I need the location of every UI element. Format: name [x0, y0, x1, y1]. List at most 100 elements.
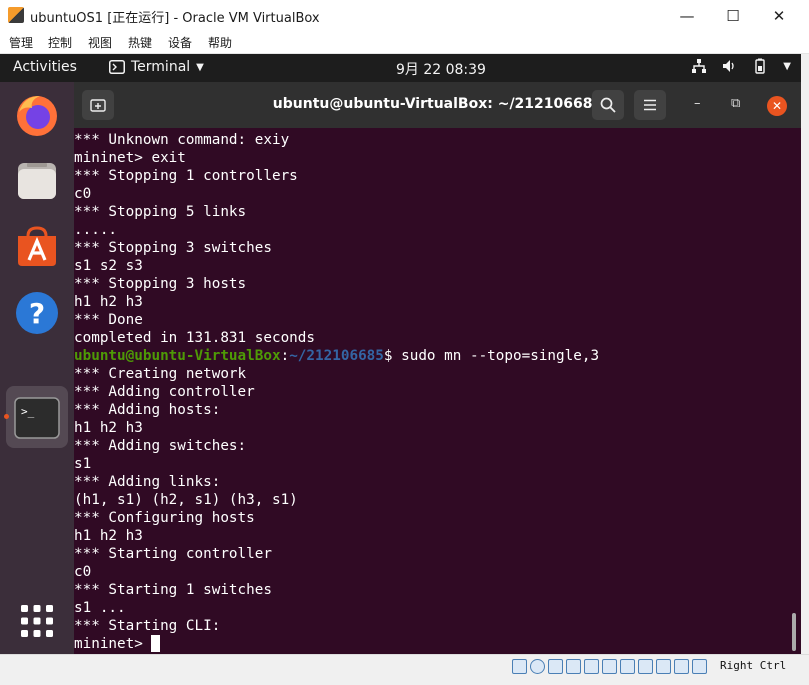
- output-line: *** Starting controller: [74, 546, 272, 562]
- output-line: *** Done: [74, 312, 143, 328]
- output-line: s1: [74, 456, 92, 472]
- output-line: (h1, s1) (h2, s1) (h3, s1): [74, 492, 298, 508]
- terminal-scrollbar[interactable]: [788, 128, 801, 654]
- output-line: *** Adding hosts:: [74, 402, 221, 418]
- prompt-user: ubuntu@ubuntu-VirtualBox: [74, 348, 281, 364]
- mininet-prompt-line[interactable]: mininet>: [74, 635, 161, 653]
- output-line: mininet> exit: [74, 150, 186, 166]
- activities-button[interactable]: Activities: [13, 59, 77, 75]
- shared-folders-icon[interactable]: [602, 659, 617, 674]
- terminal-headerbar: ubuntu@ubuntu-VirtualBox: ~/212106685 – …: [74, 82, 801, 128]
- output-line: *** Adding switches:: [74, 438, 247, 454]
- files-icon: [18, 163, 56, 199]
- recording-icon[interactable]: [638, 659, 653, 674]
- shell-prompt-line: ubuntu@ubuntu-VirtualBox:~/212106685$ su…: [74, 347, 599, 365]
- volume-icon: [723, 60, 734, 72]
- vbox-statusbar: Right Ctrl: [0, 654, 809, 685]
- audio-icon[interactable]: [548, 659, 563, 674]
- terminal-restore-icon[interactable]: ⧉: [731, 96, 740, 111]
- window-titlebar: ubuntuOS1 [正在运行] - Oracle VM VirtualBox …: [0, 0, 809, 31]
- firefox-icon: [17, 96, 57, 136]
- menu-control[interactable]: 控制: [48, 34, 72, 51]
- maximize-button[interactable]: ☐: [710, 0, 756, 31]
- scrollbar-thumb[interactable]: [792, 613, 796, 651]
- window-title: ubuntuOS1 [正在运行] - Oracle VM VirtualBox: [30, 11, 320, 26]
- prompt-symbol: $: [383, 348, 402, 364]
- network-adapter-icon[interactable]: [566, 659, 581, 674]
- ubuntu-dock: ? >_: [0, 82, 74, 654]
- help-icon: ?: [16, 292, 58, 334]
- output-line: s1 s2 s3: [74, 258, 143, 274]
- prompt-separator: :: [280, 348, 290, 364]
- search-button[interactable]: [592, 90, 624, 120]
- terminal-close-button[interactable]: ✕: [767, 96, 787, 116]
- usb-icon[interactable]: [584, 659, 599, 674]
- cpu-icon[interactable]: [656, 659, 671, 674]
- app-menu-terminal[interactable]: Terminal ▼: [109, 59, 204, 75]
- battery-icon: [755, 58, 765, 74]
- mouse-integration-icon[interactable]: [674, 659, 689, 674]
- output-line: *** Stopping 3 hosts: [74, 276, 247, 292]
- terminal-minimize-icon[interactable]: –: [694, 96, 701, 111]
- hard-disk-icon[interactable]: [512, 659, 527, 674]
- minimize-button[interactable]: —: [664, 0, 710, 31]
- output-line: *** Configuring hosts: [74, 510, 255, 526]
- hamburger-icon: [644, 99, 656, 111]
- command-text: sudo mn --topo=single,3: [401, 348, 600, 364]
- output-line: *** Stopping 5 links: [74, 204, 247, 220]
- vbox-menubar: 管理 控制 视图 热键 设备 帮助: [0, 31, 809, 54]
- virtualbox-icon: [8, 7, 24, 23]
- output-line: *** Adding links:: [74, 474, 221, 490]
- menu-hotkeys[interactable]: 热键: [128, 34, 152, 51]
- close-icon: ✕: [771, 99, 783, 113]
- menu-button[interactable]: [634, 90, 666, 120]
- output-line: *** Unknown command: exiy: [74, 132, 290, 148]
- output-line: completed in 131.831 seconds: [74, 330, 316, 346]
- host-key-label: Right Ctrl: [720, 659, 787, 672]
- terminal-window: ubuntu@ubuntu-VirtualBox: ~/212106685 – …: [74, 82, 801, 654]
- dock-software[interactable]: [14, 224, 60, 270]
- output-line: *** Creating network: [74, 366, 247, 382]
- output-line: *** Starting CLI:: [74, 618, 221, 634]
- network-icon: [692, 59, 707, 73]
- chevron-down-icon: ▼: [783, 61, 791, 72]
- dock-firefox[interactable]: [14, 92, 60, 138]
- output-line: h1 h2 h3: [74, 420, 143, 436]
- chevron-down-icon: ▼: [196, 61, 204, 73]
- show-applications[interactable]: [14, 598, 60, 644]
- app-menu-label: Terminal: [131, 59, 191, 75]
- system-tray[interactable]: ▼: [691, 58, 791, 74]
- close-button[interactable]: ✕: [756, 0, 802, 31]
- menu-help[interactable]: 帮助: [208, 34, 232, 51]
- menu-manage[interactable]: 管理: [9, 34, 33, 51]
- menu-devices[interactable]: 设备: [168, 34, 192, 51]
- terminal-title: ubuntu@ubuntu-VirtualBox: ~/212106685: [272, 96, 603, 112]
- output-line: c0: [74, 564, 92, 580]
- vbox-frame-edge: [801, 54, 809, 654]
- output-line: *** Stopping 3 switches: [74, 240, 272, 256]
- output-line: c0: [74, 186, 92, 202]
- svg-text:?: ?: [29, 297, 45, 330]
- output-line: h1 h2 h3: [74, 528, 143, 544]
- prompt-path: ~/212106685: [289, 348, 384, 364]
- running-indicator: [4, 414, 9, 419]
- dock-terminal[interactable]: >_: [14, 395, 60, 441]
- svg-text:>_: >_: [21, 405, 35, 418]
- clock[interactable]: 9月 22 08:39: [396, 59, 486, 79]
- dock-files[interactable]: [14, 158, 60, 204]
- guest-display: Activities Terminal ▼ 9月 22 08:39 ▼ ? >_…: [0, 54, 801, 654]
- dock-help[interactable]: ?: [14, 290, 60, 336]
- terminal-small-icon: [109, 60, 125, 74]
- menu-view[interactable]: 视图: [88, 34, 112, 51]
- output-line: *** Stopping 1 controllers: [74, 168, 298, 184]
- display-icon[interactable]: [620, 659, 635, 674]
- optical-drive-icon[interactable]: [530, 659, 545, 674]
- device-indicators: [512, 659, 707, 674]
- app-store-icon: [18, 226, 56, 266]
- output-line: s1 ...: [74, 600, 126, 616]
- mininet-prompt: mininet>: [74, 636, 152, 652]
- app-grid-icon: [21, 605, 53, 637]
- text-cursor: [151, 635, 161, 652]
- terminal-output[interactable]: *** Unknown command: exiy mininet> exit …: [74, 128, 788, 654]
- keyboard-capture-icon[interactable]: [692, 659, 707, 674]
